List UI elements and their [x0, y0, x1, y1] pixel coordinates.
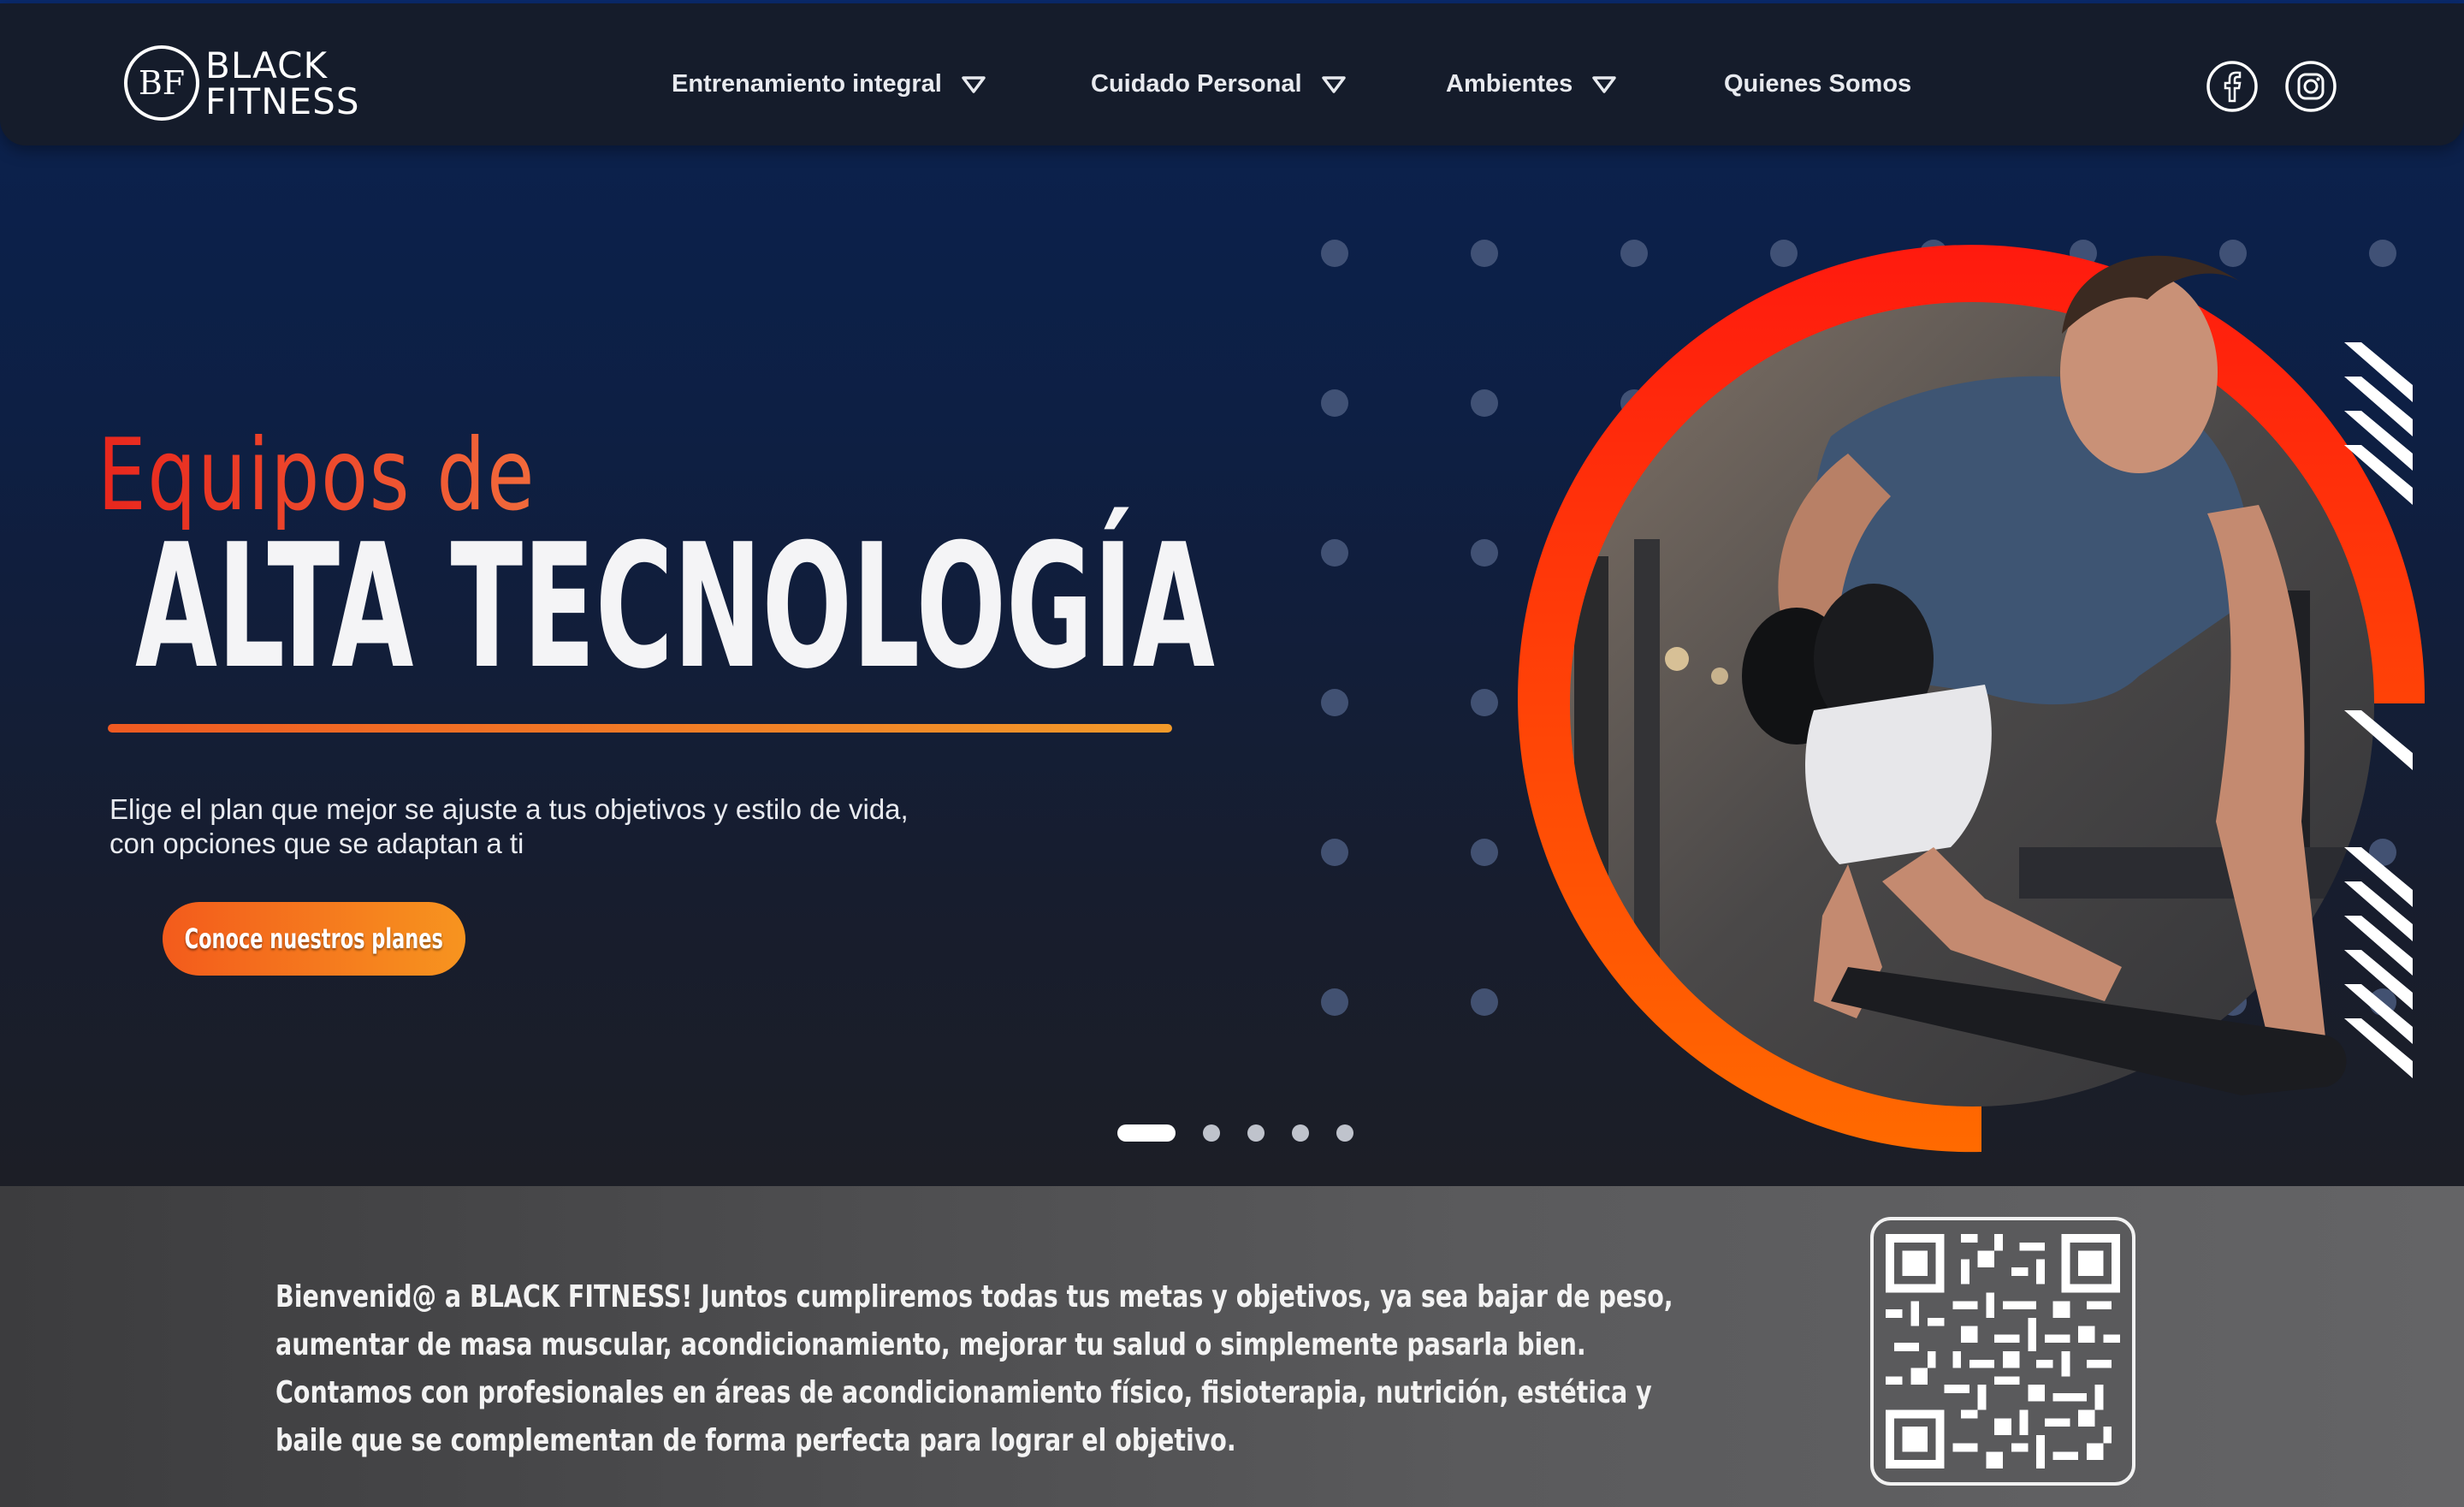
- welcome-text: Bienvenid@ a BLACK FITNESS! Juntos cumpl…: [275, 1279, 1673, 1458]
- decor-dot: [1321, 389, 1348, 417]
- hero-title-underline: [108, 724, 1172, 733]
- nav-item-quienes-somos[interactable]: Quienes Somos: [1724, 70, 1911, 98]
- hero-title: ALTA TECNOLOGÍA: [135, 507, 1215, 707]
- decor-dot: [1471, 240, 1498, 267]
- decor-dot: [1471, 539, 1498, 567]
- decor-dot: [1471, 389, 1498, 417]
- decor-dot: [1321, 689, 1348, 716]
- bf-monogram-icon: BF: [124, 45, 199, 121]
- qr-code: [1870, 1217, 2135, 1486]
- decor-dot: [1471, 988, 1498, 1016]
- decor-dot: [1321, 240, 1348, 267]
- nav-item-entrenamiento[interactable]: Entrenamiento integral: [672, 70, 986, 98]
- brand-name-line1: BLACK: [205, 44, 329, 86]
- hero-section: BF BLACK FITNESS Entrenamiento integral …: [0, 0, 2464, 1186]
- view-plans-button-label: Conoce nuestros planes: [184, 923, 444, 955]
- nav-item-cuidado-personal[interactable]: Cuidado Personal: [1091, 70, 1347, 98]
- decor-dot: [1321, 539, 1348, 567]
- hero-subtitle-line: con opciones que se adaptan a ti: [110, 828, 524, 859]
- brand-logo[interactable]: BF BLACK FITNESS: [123, 44, 380, 127]
- facebook-icon[interactable]: [2206, 60, 2259, 113]
- carousel-dot-5[interactable]: [1336, 1124, 1353, 1142]
- nav-item-label: Entrenamiento integral: [672, 70, 942, 98]
- nav-item-label: Quienes Somos: [1724, 70, 1912, 98]
- decor-dot: [1471, 689, 1498, 716]
- hero-subtitle: Elige el plan que mejor se ajuste a tus …: [110, 792, 965, 861]
- brand-name: BLACK FITNESS: [205, 48, 359, 120]
- decor-dot: [1321, 839, 1348, 866]
- nav-item-ambientes[interactable]: Ambientes: [1446, 70, 1617, 98]
- carousel-dot-2[interactable]: [1203, 1124, 1220, 1142]
- top-navbar: BF BLACK FITNESS Entrenamiento integral …: [0, 3, 2464, 145]
- hero-subtitle-line: Elige el plan que mejor se ajuste a tus …: [110, 793, 909, 825]
- chevron-down-icon: [1592, 75, 1617, 93]
- chevron-down-icon: [962, 75, 986, 93]
- carousel-dot-3[interactable]: [1247, 1124, 1265, 1142]
- nav-item-label: Ambientes: [1446, 70, 1573, 98]
- carousel-dot-1[interactable]: [1117, 1124, 1176, 1142]
- decor-dot: [1471, 839, 1498, 866]
- chevron-down-icon: [1321, 75, 1346, 93]
- carousel-dot-4[interactable]: [1292, 1124, 1309, 1142]
- nav-item-label: Cuidado Personal: [1091, 70, 1302, 98]
- decor-dot: [1321, 988, 1348, 1016]
- instagram-icon[interactable]: [2284, 60, 2337, 113]
- brand-monogram: BF: [139, 64, 185, 102]
- brand-name-line2: FITNESS: [205, 80, 360, 122]
- view-plans-button[interactable]: Conoce nuestros planes: [163, 902, 465, 976]
- carousel-pagination: [1117, 1124, 1353, 1142]
- qr-code-icon: [1886, 1234, 2120, 1468]
- hero-athlete-image: [1518, 245, 2426, 1153]
